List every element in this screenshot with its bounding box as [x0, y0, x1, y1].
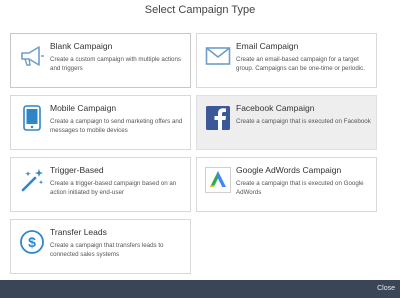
- envelope-icon: [205, 43, 231, 69]
- campaign-description: Create a campaign to send marketing offe…: [50, 118, 183, 134]
- campaign-title: Blank Campaign: [50, 41, 113, 51]
- dollar-circle-icon: $: [19, 229, 45, 255]
- campaign-card-adwords[interactable]: Google AdWords Campaign Create a campaig…: [196, 157, 377, 212]
- mobile-device-icon: [19, 105, 45, 131]
- facebook-icon: [205, 105, 231, 131]
- campaign-title: Facebook Campaign: [236, 103, 315, 113]
- svg-text:$: $: [28, 234, 36, 250]
- megaphone-icon: [19, 43, 45, 69]
- magic-wand-icon: [19, 167, 45, 193]
- google-adwords-icon: [205, 167, 231, 193]
- dialog-footer: Close: [0, 280, 400, 298]
- campaign-card-blank[interactable]: Blank Campaign Create a custom campaign …: [10, 33, 191, 88]
- campaign-card-email[interactable]: Email Campaign Create an email-based cam…: [196, 33, 377, 88]
- campaign-description: Create a campaign that transfers leads t…: [50, 242, 164, 258]
- campaign-card-mobile[interactable]: Mobile Campaign Create a campaign to sen…: [10, 95, 191, 150]
- campaign-title: Transfer Leads: [50, 227, 107, 237]
- campaign-title: Trigger-Based: [50, 165, 104, 175]
- campaign-description: Create a trigger-based campaign based on…: [50, 180, 177, 196]
- campaign-card-trigger[interactable]: Trigger-Based Create a trigger-based cam…: [10, 157, 191, 212]
- campaign-description: Create a custom campaign with multiple a…: [50, 56, 182, 72]
- campaign-title: Email Campaign: [236, 41, 299, 51]
- dialog-title: Select Campaign Type: [144, 4, 256, 16]
- campaign-card-transfer-leads[interactable]: $ Transfer Leads Create a campaign that …: [10, 219, 191, 274]
- campaign-title: Google AdWords Campaign: [236, 165, 342, 175]
- close-button[interactable]: Close: [377, 284, 395, 294]
- campaign-description: Create a campaign that is executed on Go…: [236, 180, 364, 196]
- campaign-title: Mobile Campaign: [50, 103, 117, 113]
- campaign-card-facebook[interactable]: Facebook Campaign Create a campaign that…: [196, 95, 377, 150]
- campaign-description: Create an email-based campaign for a tar…: [236, 56, 365, 72]
- campaign-description: Create a campaign that is executed on Fa…: [236, 118, 371, 125]
